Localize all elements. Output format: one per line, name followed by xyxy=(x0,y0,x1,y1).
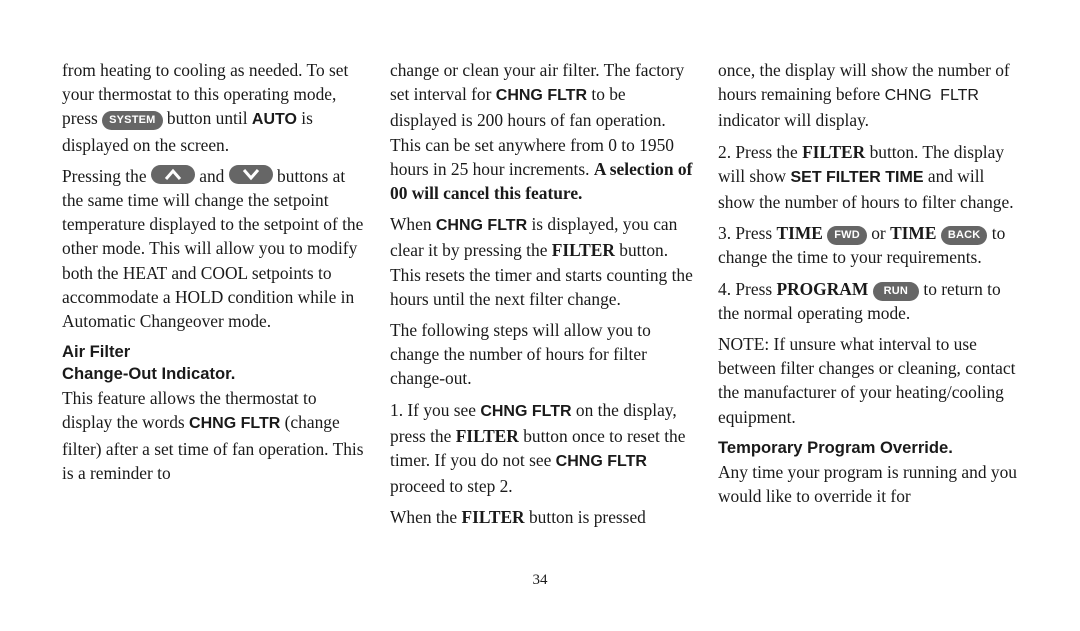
paragraph-note: NOTE: If unsure what interval to use bet… xyxy=(718,334,1016,427)
chevron-down-icon xyxy=(242,168,259,181)
filter-label: FILTER xyxy=(802,141,866,162)
section-heading-air-filter: Air Filter Change-Out Indicator. xyxy=(62,342,236,384)
paragraph-clear-filter: When CHNG FLTR is displayed, you can cle… xyxy=(390,214,693,309)
time-label: TIME xyxy=(890,223,937,244)
chng-fltr-label: CHNG FLTR xyxy=(189,415,281,433)
run-button: RUN xyxy=(872,281,920,301)
up-button xyxy=(150,164,195,184)
column-1: from heating to cooling as needed. To se… xyxy=(62,58,367,492)
page-number: 34 xyxy=(532,572,548,588)
down-button xyxy=(228,164,273,184)
paragraph-filter-pressed: When the FILTER button is pressed xyxy=(390,507,646,528)
step-3: 3. Press TIME FWD or TIME BACK to change… xyxy=(718,223,1006,268)
set-filter-time-label: SET FILTER TIME xyxy=(790,168,924,186)
section-heading-temporary-override: Temporary Program Override. xyxy=(718,437,953,457)
filter-label: FILTER xyxy=(461,507,525,528)
program-label: PROGRAM xyxy=(776,278,869,299)
chng-fltr-label: CHNG FLTR xyxy=(555,453,647,471)
fwd-button: FWD xyxy=(827,226,867,246)
chng-fltr-label: CHNG FLTR xyxy=(884,87,979,105)
chng-fltr-label: CHNG FLTR xyxy=(480,402,572,420)
time-label: TIME xyxy=(776,223,823,244)
filter-label: FILTER xyxy=(455,425,519,446)
chng-fltr-label: CHNG FLTR xyxy=(435,217,528,235)
column-2: change or clean your air filter. The fac… xyxy=(390,58,695,537)
paragraph-up-down: Pressing the and buttons at the same tim… xyxy=(62,164,364,332)
step-4: 4. Press PROGRAM RUN to return to the no… xyxy=(718,278,1001,323)
paragraph-auto-mode: from heating to cooling as needed. To se… xyxy=(62,60,349,155)
chng-fltr-label: CHNG FLTR xyxy=(495,87,588,105)
paragraph-filter-feature: This feature allows the thermostat to di… xyxy=(62,388,364,483)
paragraph-filter-interval: change or clean your air filter. The fac… xyxy=(390,60,693,204)
paragraph-override: Any time your program is running and you… xyxy=(718,461,1017,507)
step-1: 1. If you see CHNG FLTR on the display, … xyxy=(390,399,686,497)
system-button: SYSTEM xyxy=(102,111,163,131)
step-2: 2. Press the FILTER button. The display … xyxy=(718,141,1014,213)
chevron-up-icon xyxy=(164,168,182,180)
auto-label: AUTO xyxy=(251,111,297,129)
paragraph-hours-remaining: once, the display will show the number o… xyxy=(718,60,1010,131)
column-3: once, the display will show the number o… xyxy=(718,58,1023,515)
filter-label: FILTER xyxy=(551,240,615,261)
back-button: BACK xyxy=(940,226,988,246)
paragraph-steps-intro: The following steps will allow you to ch… xyxy=(390,320,651,389)
